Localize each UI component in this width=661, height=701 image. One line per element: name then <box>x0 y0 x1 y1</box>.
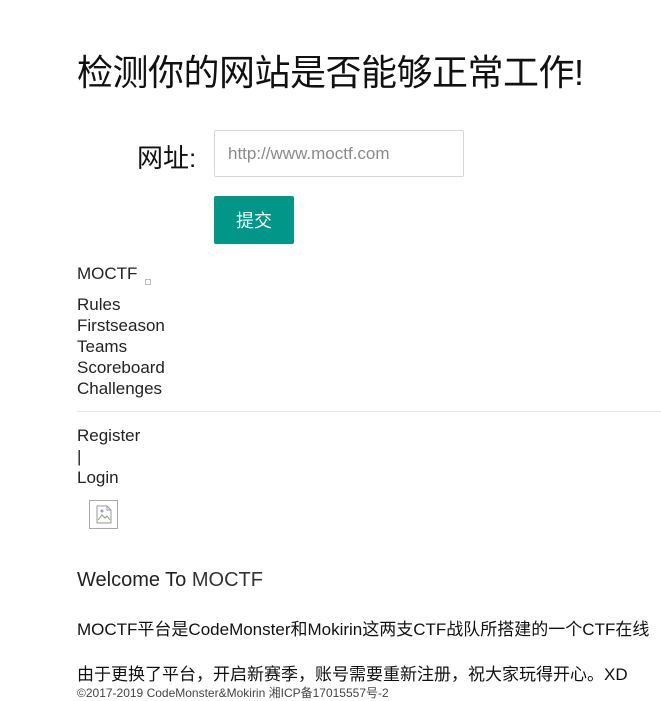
nav-menu: Rules Firstseason Teams Scoreboard Chall… <box>77 294 165 399</box>
intro-text: MOCTF平台是CodeMonster和Mokirin这两支CTF战队所搭建的一… <box>77 620 650 639</box>
brand-link[interactable]: MOCTF <box>77 264 137 284</box>
nav-item-firstseason[interactable]: Firstseason <box>77 315 165 336</box>
nav-item-challenges[interactable]: Challenges <box>77 378 165 399</box>
divider <box>77 411 661 412</box>
login-link[interactable]: Login <box>77 467 140 488</box>
submit-button[interactable]: 提交 <box>214 196 294 244</box>
url-input[interactable] <box>214 130 464 177</box>
url-label: 网址: <box>137 143 197 173</box>
auth-links: Register | Login <box>77 425 140 488</box>
nav-item-rules[interactable]: Rules <box>77 294 165 315</box>
broken-image-icon <box>145 279 151 285</box>
page-title: 检测你的网站是否能够正常工作! <box>77 52 584 93</box>
welcome-prefix: Welcome To <box>77 569 192 591</box>
notice-text: 由于更换了平台，开启新赛季，账号需要重新注册，祝大家玩得开心。XD <box>77 665 628 684</box>
welcome-brand: MOCTF <box>191 569 263 591</box>
footer-text: ©2017-2019 CodeMonster&Mokirin 湘ICP备1701… <box>77 686 389 700</box>
broken-image-icon <box>89 500 118 529</box>
nav-item-scoreboard[interactable]: Scoreboard <box>77 357 165 378</box>
register-link[interactable]: Register <box>77 425 140 446</box>
auth-separator: | <box>77 447 82 466</box>
nav-item-teams[interactable]: Teams <box>77 336 165 357</box>
welcome-heading: Welcome To MOCTF <box>77 569 263 592</box>
